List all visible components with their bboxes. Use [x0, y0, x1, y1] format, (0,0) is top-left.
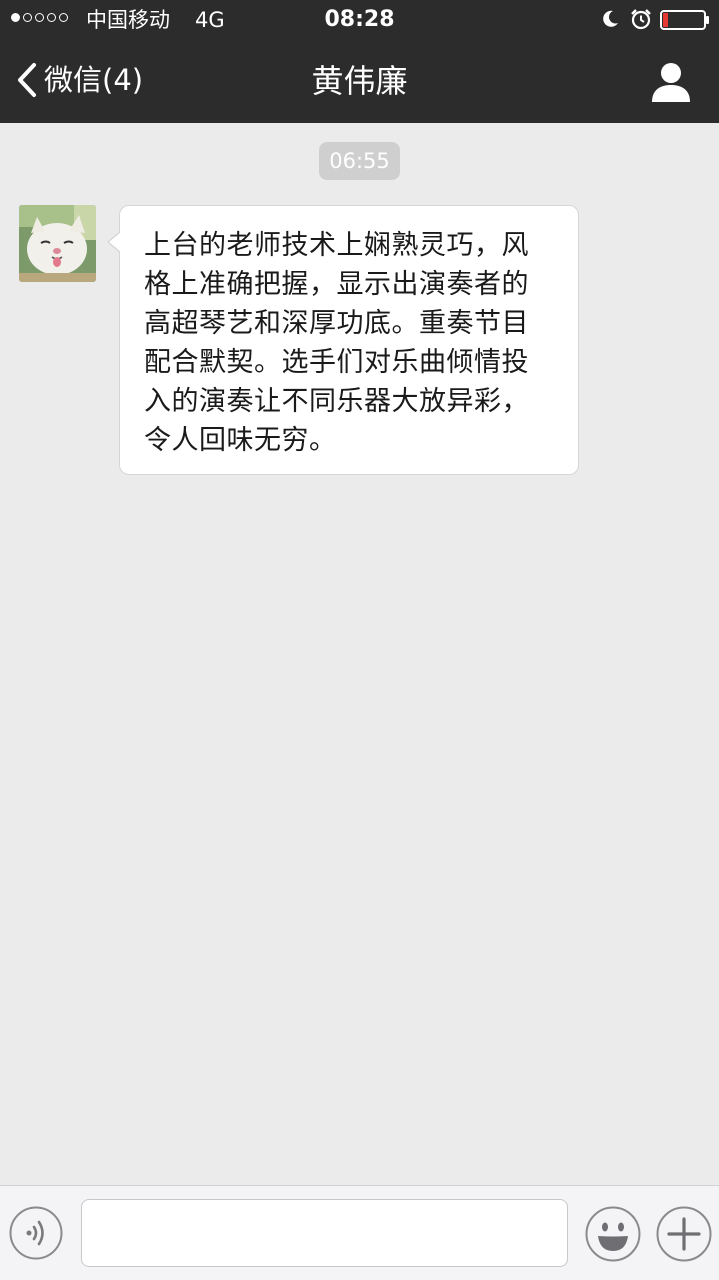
message-input[interactable] [81, 1199, 568, 1267]
message-text: 上台的老师技术上娴熟灵巧，风格上准确把握，显示出演奏者的高超琴艺和深厚功底。重奏… [144, 230, 529, 456]
message-bubble[interactable]: 上台的老师技术上娴熟灵巧，风格上准确把握，显示出演奏者的高超琴艺和深厚功底。重奏… [119, 205, 579, 475]
chevron-left-icon [18, 63, 36, 97]
message-timestamp: 06:55 [319, 142, 400, 180]
nav-bar: 微信(4) 黄伟廉 [0, 40, 719, 123]
cat-avatar-icon [19, 205, 96, 282]
avatar[interactable] [19, 205, 96, 282]
moon-icon [603, 10, 618, 27]
chat-area[interactable]: 06:55 上台的老师技术上娴熟灵巧，风格上准确把握，显示出演奏者的高超琴艺和深… [0, 123, 719, 1185]
input-bar [0, 1185, 719, 1280]
voice-icon[interactable] [9, 1206, 63, 1260]
back-button[interactable]: 微信(4) [14, 58, 143, 102]
battery-icon [660, 10, 709, 30]
back-label: 微信(4) [44, 63, 144, 97]
person-icon[interactable] [648, 60, 694, 104]
status-bar: 中国移动 4G 08:28 [0, 0, 719, 40]
emoji-icon[interactable] [585, 1206, 641, 1262]
plus-icon[interactable] [656, 1206, 712, 1262]
header: 中国移动 4G 08:28 微信(4) 黄伟廉 [0, 0, 719, 123]
bubble-tail-fill [109, 232, 121, 252]
alarm-icon [631, 9, 651, 30]
